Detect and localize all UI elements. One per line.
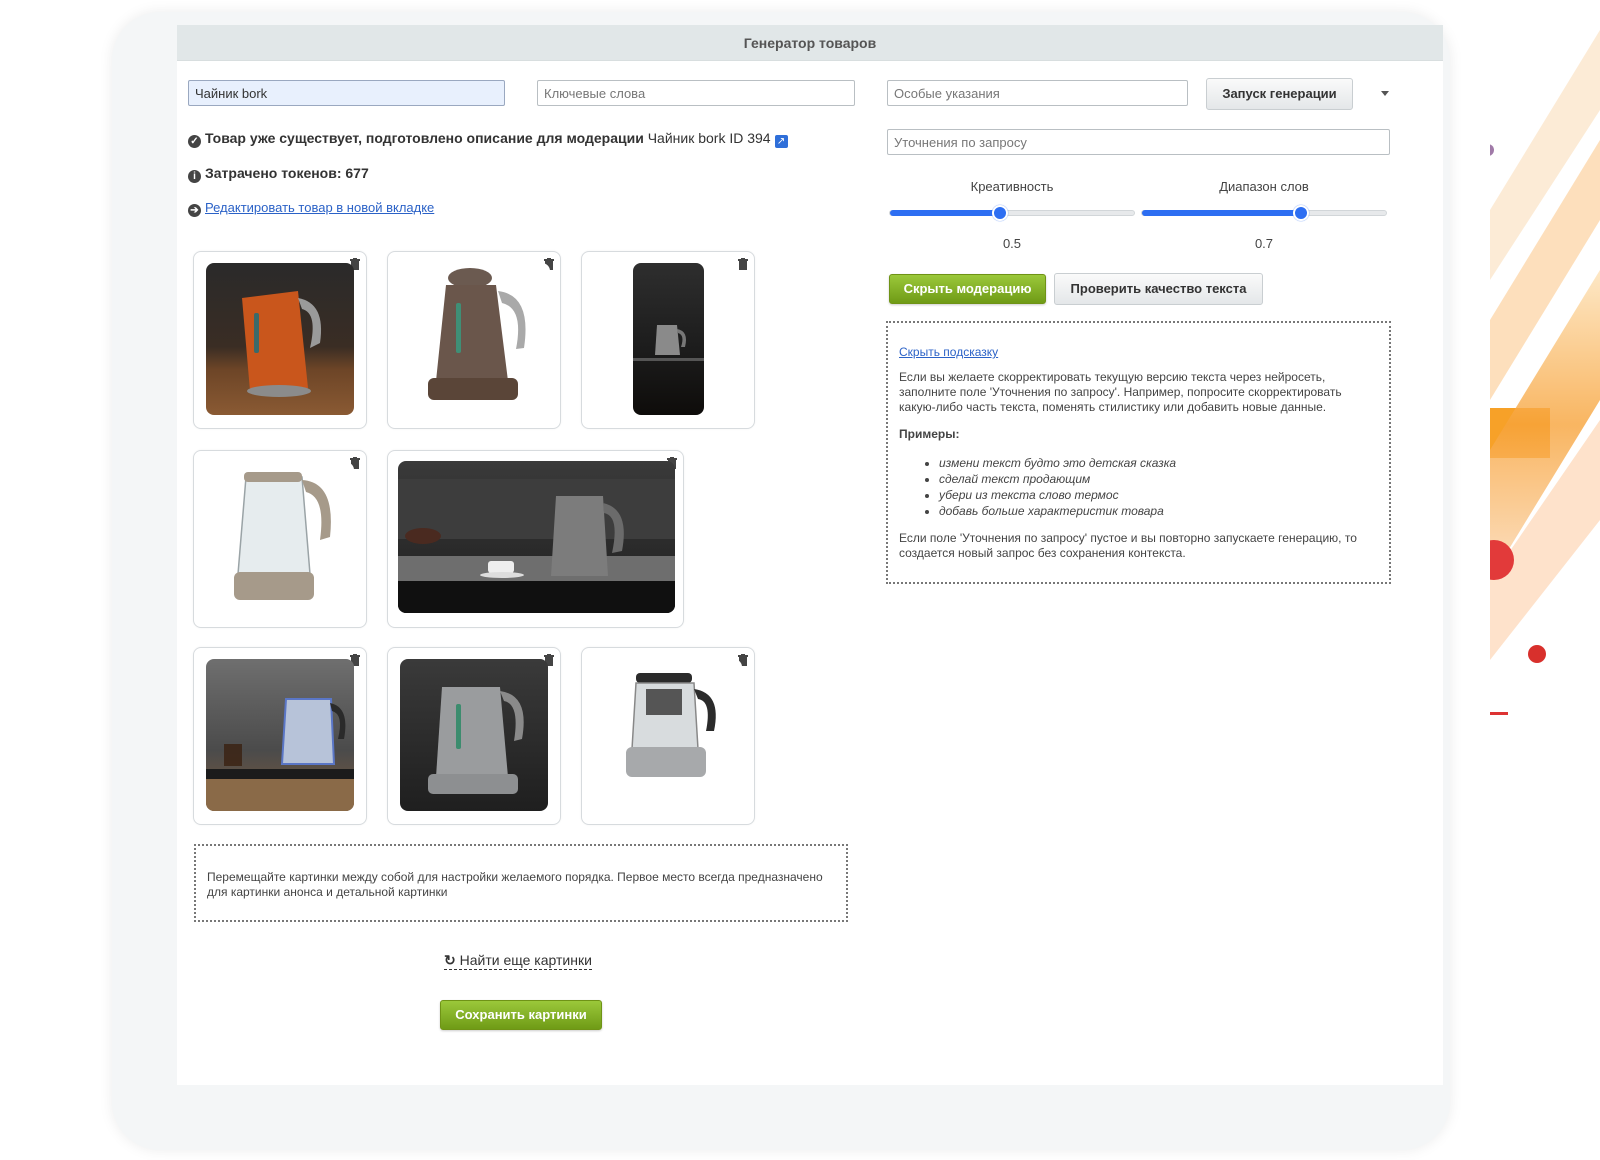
find-more-images-link[interactable]: ↻ Найти еще картинки bbox=[444, 952, 592, 970]
arrow-circle-icon: ➔ bbox=[188, 204, 201, 217]
hint-example: убери из текста слово термос bbox=[939, 487, 1379, 503]
hint-example: сделай текст продающим bbox=[939, 471, 1379, 487]
generator-panel: Генератор товаров Запуск генерации ✓ Това… bbox=[177, 25, 1443, 1085]
keywords-input[interactable] bbox=[537, 80, 855, 106]
page-title: Генератор товаров bbox=[177, 25, 1443, 61]
check-circle-icon: ✓ bbox=[188, 135, 201, 148]
slider-label-word-range: Диапазон слов bbox=[1219, 179, 1309, 194]
images-order-text: Перемещайте картинки между собой для нас… bbox=[207, 870, 823, 899]
kettle-glass-blue-image bbox=[206, 659, 354, 811]
trash-icon[interactable] bbox=[738, 258, 748, 270]
kettle-steel-dark-image bbox=[400, 659, 548, 811]
word-range-slider-thumb[interactable] bbox=[1292, 205, 1309, 221]
image-card[interactable] bbox=[387, 450, 684, 628]
slider-label-creativity: Креативность bbox=[970, 179, 1054, 194]
hint-box: Скрыть подсказку Если вы желаете скоррек… bbox=[886, 321, 1391, 584]
hint-examples-title: Примеры: bbox=[899, 427, 960, 441]
image-card[interactable] bbox=[387, 251, 561, 429]
creativity-slider-thumb[interactable] bbox=[991, 205, 1008, 221]
image-card[interactable] bbox=[193, 647, 367, 825]
hide-moderation-button[interactable]: Скрыть модерацию bbox=[889, 274, 1046, 304]
hint-example: измени текст будто это детская сказка bbox=[939, 455, 1379, 471]
product-name-input[interactable] bbox=[188, 80, 505, 106]
hint-outro: Если поле 'Уточнения по запросу' пустое … bbox=[899, 531, 1357, 560]
tokens-status: i Затрачено токенов: 677 bbox=[188, 165, 369, 183]
save-images-button[interactable]: Сохранить картинки bbox=[440, 1000, 602, 1030]
kettle-glass-beige-image bbox=[206, 462, 354, 614]
kettle-bronze-image bbox=[400, 263, 550, 415]
special-instructions-input[interactable] bbox=[887, 80, 1188, 106]
kettle-steel-drawing bbox=[428, 687, 524, 794]
image-card[interactable] bbox=[193, 251, 367, 429]
word-range-slider[interactable] bbox=[1141, 205, 1387, 221]
chevron-down-icon bbox=[1381, 91, 1389, 96]
external-link-icon[interactable]: ↗ bbox=[774, 135, 788, 148]
refresh-icon: ↻ bbox=[444, 952, 456, 968]
images-order-note: Перемещайте картинки между собой для нас… bbox=[194, 844, 848, 922]
kettle-tea-maker-image bbox=[594, 659, 742, 811]
kettle-kitchen-wide-image bbox=[398, 461, 675, 613]
kettle-glass-drawing bbox=[234, 472, 331, 600]
hint-intro: Если вы желаете скорректировать текущую … bbox=[899, 370, 1342, 414]
refine-query-input[interactable] bbox=[887, 129, 1390, 155]
status-exists-label: Товар уже существует, подготовлено описа… bbox=[205, 130, 644, 146]
image-card[interactable] bbox=[193, 450, 367, 628]
kettle-orange-drawing bbox=[242, 291, 322, 397]
word-range-value: 0.7 bbox=[1254, 236, 1274, 251]
edit-product-link[interactable]: Редактировать товар в новой вкладке bbox=[205, 200, 434, 215]
kettle-bronze-drawing bbox=[428, 268, 526, 400]
word-range-slider-fill bbox=[1142, 210, 1301, 216]
image-card[interactable] bbox=[387, 647, 561, 825]
hint-examples-list: измени текст будто это детская сказка сд… bbox=[939, 455, 1379, 519]
image-card[interactable] bbox=[581, 251, 755, 429]
check-quality-button[interactable]: Проверить качество текста bbox=[1054, 273, 1263, 305]
image-card[interactable] bbox=[581, 647, 755, 825]
hide-hint-link[interactable]: Скрыть подсказку bbox=[899, 345, 1379, 360]
creativity-slider[interactable] bbox=[889, 205, 1135, 221]
hint-example: добавь больше характеристик товара bbox=[939, 503, 1379, 519]
product-exists-status: ✓ Товар уже существует, подготовлено опис… bbox=[188, 130, 788, 148]
kettle-dark-drawing bbox=[633, 325, 704, 361]
kettle-dark-scene-image bbox=[633, 263, 704, 415]
start-generation-button[interactable]: Запуск генерации bbox=[1206, 78, 1353, 110]
kettle-kitchen-drawing bbox=[398, 479, 675, 613]
edit-product-row: ➔ Редактировать товар в новой вкладке bbox=[188, 200, 434, 217]
find-more-label: Найти еще картинки bbox=[459, 952, 592, 968]
info-circle-icon: i bbox=[188, 170, 201, 183]
decorative-splash bbox=[1490, 20, 1600, 750]
existing-product-ref: Чайник bork ID 394 bbox=[647, 130, 771, 146]
generation-dropdown-toggle[interactable] bbox=[1377, 87, 1393, 99]
kettle-tea-drawing bbox=[626, 673, 716, 777]
creativity-slider-fill bbox=[890, 210, 1000, 216]
kettle-orange-image bbox=[206, 263, 354, 415]
kettle-blue-drawing bbox=[206, 698, 354, 811]
creativity-value: 0.5 bbox=[1002, 236, 1022, 251]
tokens-text: Затрачено токенов: 677 bbox=[205, 165, 369, 181]
